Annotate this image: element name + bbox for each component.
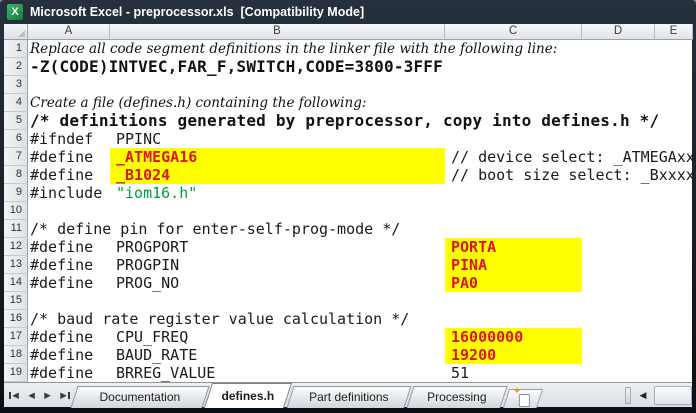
insert-worksheet-tab[interactable]: ✦ [503, 389, 543, 408]
sheet-tab-label: Part definitions [291, 387, 407, 408]
cell-C17[interactable]: 16000000 [445, 328, 582, 346]
last-sheet-button[interactable]: ▶ [56, 388, 71, 403]
cell-B18[interactable]: BAUD_RATE [110, 346, 445, 364]
cell-B12[interactable]: PROGPORT [110, 238, 445, 256]
row-header-14[interactable]: 14 [4, 274, 28, 292]
cell-C13[interactable]: PINA [445, 256, 582, 274]
row-header-15[interactable]: 15 [4, 292, 28, 310]
sheet-tab-documentation[interactable]: Documentation [70, 386, 209, 408]
cell-A5[interactable]: /* definitions generated by preprocessor… [30, 112, 659, 130]
window-title: Microsoft Excel - preprocessor.xls [Comp… [30, 0, 364, 24]
scroll-left-arrow[interactable]: ◀ [635, 388, 651, 403]
cell-B14[interactable]: PROG_NO [110, 274, 445, 292]
row-header-7[interactable]: 7 [4, 148, 28, 166]
cell-A8[interactable]: #define [30, 166, 93, 184]
row-header-8[interactable]: 8 [4, 166, 28, 184]
column-header-C[interactable]: C [445, 24, 582, 40]
cell-A12[interactable]: #define [30, 238, 93, 256]
cell-C19[interactable]: 51 [445, 364, 582, 382]
cell-A13[interactable]: #define [30, 256, 93, 274]
cell-B7[interactable]: _ATMEGA16 [110, 148, 445, 166]
row-header-11[interactable]: 11 [4, 220, 28, 238]
sheet-tab-processing[interactable]: Processing [406, 386, 507, 408]
cell-A19[interactable]: #define [30, 364, 93, 382]
row-header-12[interactable]: 12 [4, 238, 28, 256]
column-header-D[interactable]: D [582, 24, 655, 40]
cell-A14[interactable]: #define [30, 274, 93, 292]
cell-B6[interactable]: PPINC [110, 130, 445, 148]
cell-B17[interactable]: CPU_FREQ [110, 328, 445, 346]
row-header-16[interactable]: 16 [4, 310, 28, 328]
row-header-13[interactable]: 13 [4, 256, 28, 274]
cell-B9[interactable]: "iom16.h" [110, 184, 445, 202]
cell-C14[interactable]: PA0 [445, 274, 582, 292]
first-sheet-button[interactable]: ◀ [8, 388, 23, 403]
column-header-row: ABCDE [4, 24, 692, 40]
cell-B19[interactable]: BRREG_VALUE [110, 364, 445, 382]
cell-A6[interactable]: #ifndef [30, 130, 93, 148]
row-header-6[interactable]: 6 [4, 130, 28, 148]
cell-comment-7[interactable]: // device select: _ATMEGAxx [451, 148, 692, 166]
sheet-tab-label: Documentation [75, 387, 205, 408]
cell-C12[interactable]: PORTA [445, 238, 582, 256]
grid-body: 1Replace all code segment definitions in… [4, 40, 692, 382]
insert-worksheet-spark-icon: ✦ [513, 387, 521, 397]
cell-B8[interactable]: _B1024 [110, 166, 445, 184]
row-header-10[interactable]: 10 [4, 202, 28, 220]
cell-B13[interactable]: PROGPIN [110, 256, 445, 274]
cell-comment-8[interactable]: // boot size select: _Bxxxx [451, 166, 692, 184]
row-header-18[interactable]: 18 [4, 346, 28, 364]
row-header-17[interactable]: 17 [4, 328, 28, 346]
cell-A4[interactable]: Create a file (defines.h) containing the… [30, 94, 366, 112]
select-all-triangle-icon [18, 30, 25, 37]
select-all-corner[interactable] [4, 24, 28, 40]
spreadsheet-area: ABCDE 1Replace all code segment definiti… [4, 24, 692, 407]
row-header-3[interactable]: 3 [4, 76, 28, 94]
cell-A1[interactable]: Replace all code segment definitions in … [30, 40, 557, 58]
sheet-tab-label: defines.h [209, 384, 287, 408]
cell-A9[interactable]: #include [30, 184, 102, 202]
tab-splitter-handle[interactable] [625, 387, 631, 404]
next-sheet-button[interactable]: ▶ [40, 388, 55, 403]
row-header-2[interactable]: 2 [4, 58, 28, 76]
row-header-9[interactable]: 9 [4, 184, 28, 202]
sheet-tab-part-definitions[interactable]: Part definitions [286, 386, 411, 408]
cell-A16[interactable]: /* baud rate register value calculation … [30, 310, 409, 328]
cell-A17[interactable]: #define [30, 328, 93, 346]
column-header-E[interactable]: E [655, 24, 693, 40]
cell-C18[interactable]: 19200 [445, 346, 582, 364]
previous-sheet-button[interactable]: ◀ [24, 388, 39, 403]
column-header-A[interactable]: A [28, 24, 110, 40]
row-header-1[interactable]: 1 [4, 40, 28, 58]
row-header-4[interactable]: 4 [4, 94, 28, 112]
excel-window: X Microsoft Excel - preprocessor.xls [Co… [0, 0, 696, 413]
sheet-tab-label: Processing [411, 387, 503, 408]
sheet-tab-defines-h[interactable]: defines.h [204, 383, 292, 408]
cell-A11[interactable]: /* define pin for enter-self-prog-mode *… [30, 220, 400, 238]
sheet-tab-bar: ◀◀▶▶ Documentationdefines.hPart definiti… [4, 382, 692, 407]
cell-A18[interactable]: #define [30, 346, 93, 364]
title-bar: X Microsoft Excel - preprocessor.xls [Co… [0, 0, 696, 24]
excel-icon[interactable]: X [7, 4, 23, 20]
cell-A7[interactable]: #define [30, 148, 93, 166]
column-header-B[interactable]: B [110, 24, 445, 40]
horizontal-scrollbar[interactable] [654, 386, 692, 405]
row-header-5[interactable]: 5 [4, 112, 28, 130]
cell-A2[interactable]: -Z(CODE)INTVEC,FAR_F,SWITCH,CODE=3800-3F… [30, 58, 443, 76]
row-header-19[interactable]: 19 [4, 364, 28, 382]
